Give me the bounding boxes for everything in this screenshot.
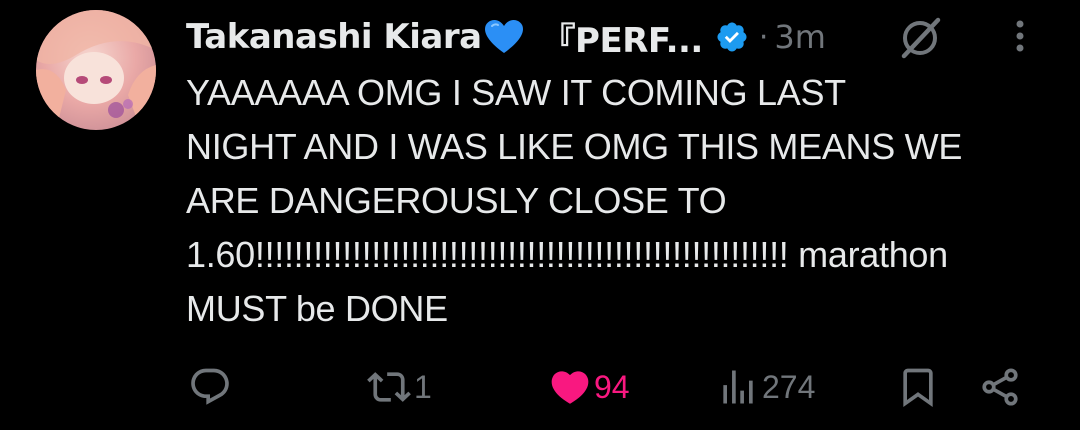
like-heart-icon [551, 371, 589, 404]
tweet-text-line: YAAAAAA OMG I SAW IT COMING LAST [186, 72, 846, 113]
tweet-text-line: NIGHT AND I WAS LIKE OMG THIS MEANS WE [186, 126, 963, 167]
tweet-timestamp[interactable]: 3m [774, 18, 826, 56]
more-vertical-icon[interactable] [1006, 16, 1034, 56]
like-button[interactable]: 94 [548, 362, 630, 412]
avatar[interactable] [36, 10, 156, 130]
tweet-text-line: 1.60!!!!!!!!!!!!!!!!!!!!!!!!!!!!!!!!!!!!… [186, 234, 948, 275]
share-button[interactable] [978, 362, 1022, 412]
bookmark-icon [903, 368, 933, 408]
reply-icon [191, 368, 229, 405]
views-button[interactable]: 274 [716, 362, 815, 412]
tweet-header: Takanashi Kiara 『PERF... · 3m [186, 13, 826, 62]
retweet-count: 1 [414, 368, 432, 405]
reply-button[interactable] [188, 362, 234, 412]
tweet-action-bar: 1 94 274 [0, 362, 1080, 412]
views-icon [723, 370, 753, 404]
like-count: 94 [594, 368, 630, 405]
retweet-icon [367, 372, 411, 402]
tweet-text: YAAAAAA OMG I SAW IT COMING LAST NIGHT A… [186, 66, 1056, 336]
share-icon [982, 368, 1018, 406]
views-count: 274 [762, 368, 816, 405]
tweet-text-line: MUST be DONE [186, 288, 448, 329]
retweet-button[interactable]: 1 [366, 362, 432, 412]
author-display-name[interactable]: Takanashi Kiara [186, 17, 482, 57]
avatar-image [36, 10, 156, 130]
bookmark-button[interactable] [896, 362, 940, 412]
tweet-text-line: ARE DANGEROUSLY CLOSE TO [186, 180, 727, 221]
blue-heart-emoji-icon [484, 19, 524, 55]
verified-badge-icon [715, 20, 749, 54]
grok-icon[interactable] [896, 14, 944, 62]
meta-separator: · [758, 19, 769, 55]
author-name-suffix[interactable]: 『PERF... [542, 13, 704, 62]
